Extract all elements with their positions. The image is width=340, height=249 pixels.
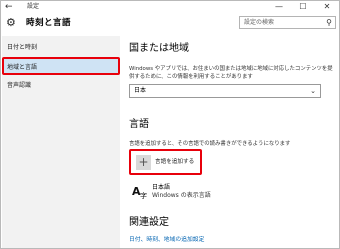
settings-window: ← 設定 — ☐ ✕ ⚙ 時刻と言語 設定の検索 ⚲ 日付と時刻 地域と言語 音… <box>0 0 340 249</box>
plus-icon: + <box>138 155 149 169</box>
page-title: 時刻と言語 <box>26 18 72 28</box>
additional-settings-link[interactable]: 日付、時刻、地域の追加設定 <box>129 236 204 244</box>
window-title: 設定 <box>27 3 40 10</box>
minimize-button[interactable]: — <box>267 1 291 13</box>
search-icon[interactable]: ⚲ <box>326 17 332 28</box>
country-value: 日本 <box>134 87 147 94</box>
language-subtitle: Windows の表示言語 <box>152 192 211 199</box>
search-placeholder: 設定の検索 <box>244 19 275 26</box>
add-language-button[interactable]: + 言語を追加する <box>129 149 202 175</box>
sidebar: 日付と時刻 地域と言語 音声認識 <box>2 36 120 248</box>
sidebar-item-label: 音声認識 <box>7 82 32 89</box>
search-input[interactable]: 設定の検索 ⚲ <box>239 16 336 29</box>
plus-icon-box: + <box>136 155 151 170</box>
related-settings-heading: 関連設定 <box>129 217 169 228</box>
title-bar: ← 設定 — ☐ ✕ <box>1 1 339 13</box>
close-button[interactable]: ✕ <box>315 1 339 13</box>
language-name[interactable]: 日本語 <box>152 184 170 192</box>
back-arrow-icon[interactable]: ← <box>5 2 15 12</box>
sidebar-item-label: 日付と時刻 <box>7 44 38 51</box>
maximize-button[interactable]: ☐ <box>291 1 315 13</box>
sidebar-item-region-language[interactable]: 地域と言語 <box>2 57 120 75</box>
add-language-label: 言語を追加する <box>155 159 195 165</box>
sidebar-item-speech[interactable]: 音声認識 <box>2 77 120 95</box>
region-description-line2: 供するために、この情報を利用することがあります <box>129 74 253 80</box>
language-heading: 言語 <box>129 119 149 130</box>
language-glyph-icon: A字 <box>132 185 147 201</box>
region-heading: 国または地域 <box>129 43 189 54</box>
sidebar-item-label: 地域と言語 <box>7 64 38 71</box>
sidebar-item-date-time[interactable]: 日付と時刻 <box>2 39 120 57</box>
region-description-line1: Windows やアプリでは、お住まいの国または地域に地域に対応したコンテンツを… <box>129 66 333 72</box>
language-description: 言語を追加すると、その言語での読み書きができるようになります <box>129 141 291 147</box>
chevron-down-icon: ⌄ <box>310 87 316 95</box>
gear-icon: ⚙ <box>6 16 16 29</box>
country-dropdown[interactable]: 日本 ⌄ <box>129 84 321 98</box>
